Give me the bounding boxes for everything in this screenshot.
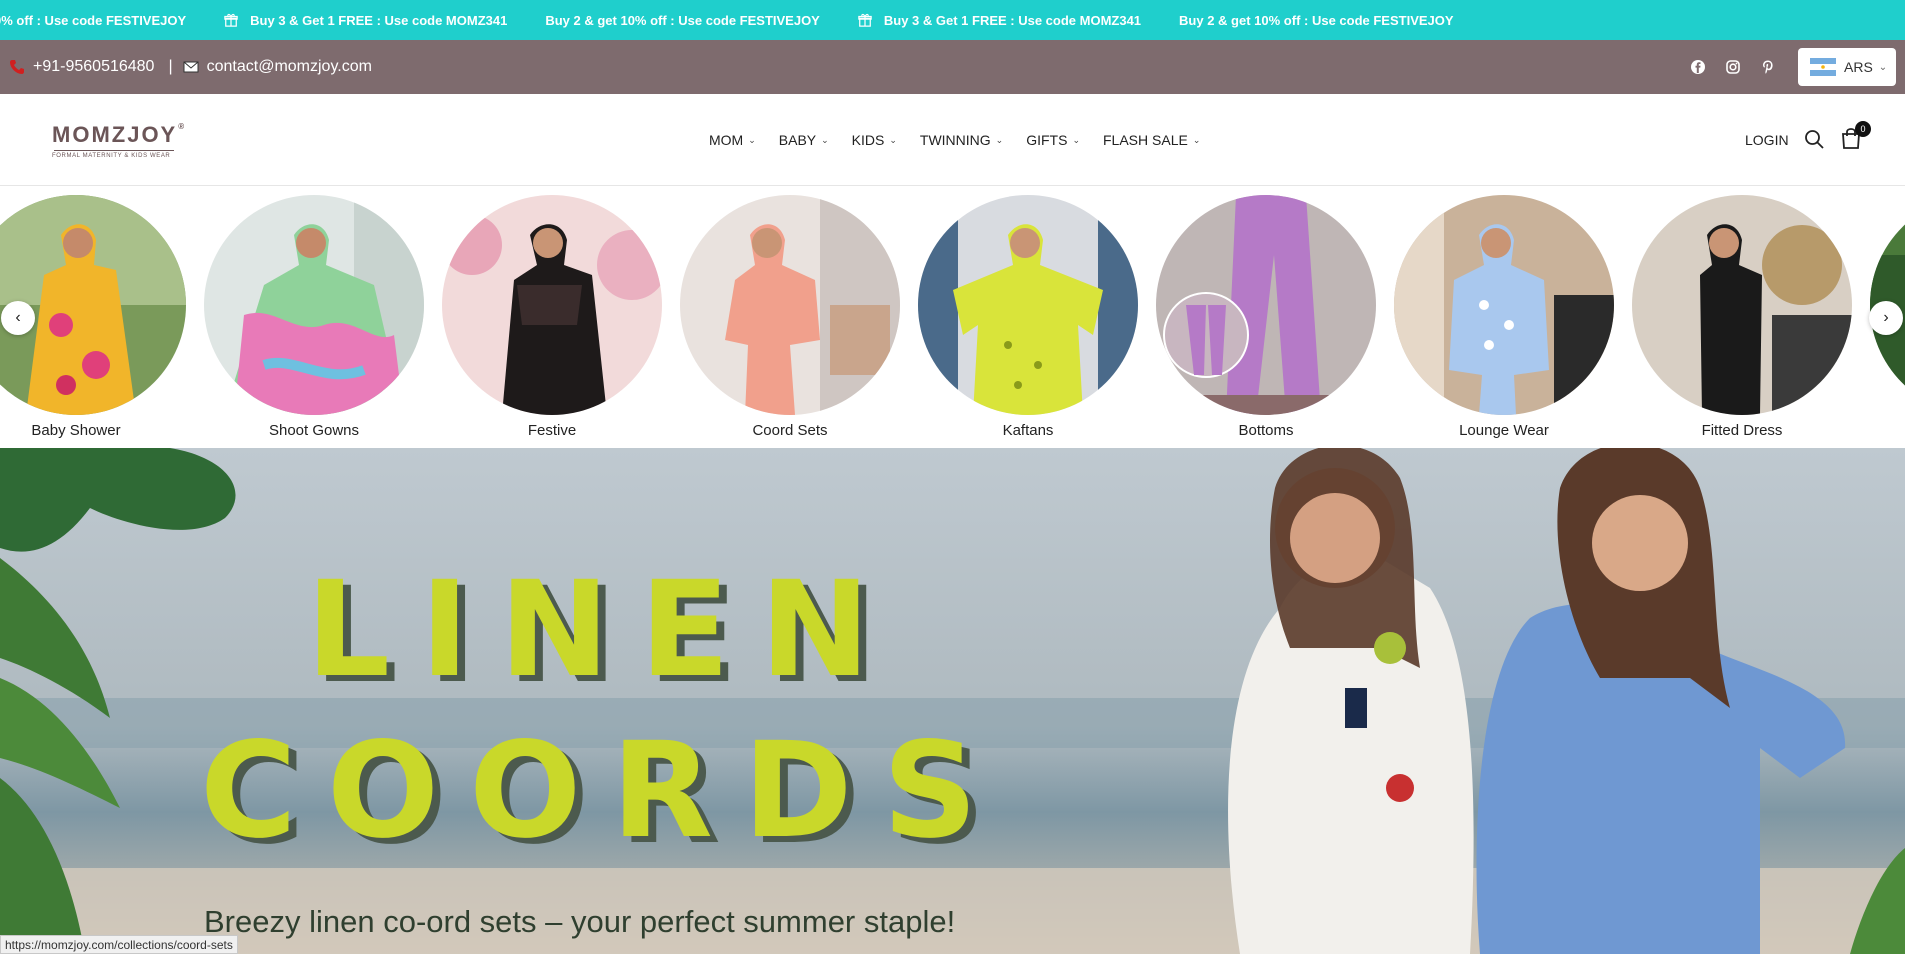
hero-title-line1: LINEN <box>306 553 901 707</box>
nav-item-baby[interactable]: BABY ⌄ <box>779 132 829 148</box>
category-image <box>442 195 662 415</box>
contact-separator: | <box>168 58 173 75</box>
contact-info: +91-9560516480 | contact@momzjoy.com <box>9 40 372 94</box>
pinterest-icon[interactable] <box>1760 59 1776 75</box>
category-label: Fitted Dress <box>1701 422 1783 439</box>
announcement-text: Buy 2 & get 10% off : Use code FESTIVEJO… <box>1179 12 1454 28</box>
chevron-down-icon: ⌄ <box>821 134 829 145</box>
category-item[interactable]: Lounge Wear <box>1394 195 1614 439</box>
category-image <box>1632 195 1852 415</box>
phone-number[interactable]: +91-9560516480 <box>33 58 154 76</box>
mail-icon <box>183 59 199 75</box>
site-header: MOMZJOY® FORMAL MATERNITY & KIDS WEAR MO… <box>0 94 1905 186</box>
currency-selector[interactable]: ARS ⌄ <box>1798 48 1896 86</box>
phone-icon <box>9 59 25 75</box>
chevron-down-icon: ⌄ <box>748 134 756 145</box>
chevron-down-icon: ⌄ <box>1878 61 1888 73</box>
announcement-bar: 0% off : Use code FESTIVEJOY Buy 3 & Get… <box>0 0 1905 40</box>
cart-count-badge: 0 <box>1855 121 1871 137</box>
announcement-text: Buy 3 & Get 1 FREE : Use code MOMZ341 <box>250 12 508 28</box>
chevron-down-icon: ⌄ <box>1192 134 1201 145</box>
hero-subtitle: Breezy linen co-ord sets – your perfect … <box>204 904 956 939</box>
category-label: Lounge Wear <box>1459 422 1549 439</box>
logo-tagline: FORMAL MATERNITY & KIDS WEAR <box>52 153 171 159</box>
chevron-down-icon: ⌄ <box>889 134 897 145</box>
category-label: Bottoms <box>1238 422 1294 439</box>
category-item[interactable]: Festive <box>442 195 662 439</box>
category-label: Baby Shower <box>31 422 121 439</box>
category-item[interactable]: Bottoms <box>1156 195 1376 439</box>
category-image <box>680 195 900 415</box>
category-carousel: Baby Shower Shoot Gowns Festive Coord Se… <box>0 187 1905 448</box>
carousel-next-button[interactable]: › <box>1869 301 1903 335</box>
facebook-icon[interactable] <box>1690 59 1706 75</box>
main-nav: MOM ⌄ BABY ⌄ KIDS ⌄ TWINNING ⌄ GIFTS ⌄ FLASH … <box>709 94 1223 186</box>
announcement-item[interactable]: Buy 3 & Get 1 FREE : Use code MOMZ341 <box>858 13 1141 28</box>
nav-item-gifts[interactable]: GIFTS ⌄ <box>1026 132 1080 148</box>
carousel-prev-button[interactable]: ‹ <box>1 301 35 335</box>
category-label: Festive <box>527 422 577 439</box>
announcement-text: Buy 2 & get 10% off : Use code FESTIVEJO… <box>545 12 820 28</box>
instagram-icon[interactable] <box>1725 59 1741 75</box>
category-label: Shoot Gowns <box>268 422 360 439</box>
announcement-item[interactable]: 0% off : Use code FESTIVEJOY <box>0 13 186 28</box>
nav-item-twinning[interactable]: TWINNING ⌄ <box>920 132 1003 148</box>
nav-item-flash-sale[interactable]: FLASH SALE ⌄ <box>1103 132 1200 148</box>
nav-item-mom[interactable]: MOM ⌄ <box>709 132 756 148</box>
nav-item-kids[interactable]: KIDS ⌄ <box>852 132 897 148</box>
announcement-item[interactable]: Buy 3 & Get 1 FREE : Use code MOMZ341 <box>224 13 507 28</box>
logo-wordmark: MOMZJOY® <box>52 122 187 147</box>
category-image <box>1156 195 1376 415</box>
category-label: Coord Sets <box>752 422 828 439</box>
category-item[interactable]: Coord Sets <box>680 195 900 439</box>
contact-bar: +91-9560516480 | contact@momzjoy.com ARS… <box>0 40 1905 94</box>
search-icon[interactable] <box>1803 128 1825 150</box>
currency-code: ARS <box>1844 59 1873 75</box>
announcement-text: Buy 3 & Get 1 FREE : Use code MOMZ341 <box>883 12 1142 28</box>
chevron-down-icon: ⌄ <box>995 134 1004 145</box>
category-label: Kaftans <box>1002 422 1054 439</box>
category-item[interactable]: Shoot Gowns <box>204 195 424 439</box>
announcement-item[interactable]: Buy 2 & get 10% off : Use code FESTIVEJO… <box>545 13 820 28</box>
category-image <box>1394 195 1614 415</box>
category-image <box>918 195 1138 415</box>
hero-background-image <box>0 448 1905 954</box>
category-image <box>204 195 424 415</box>
gift-icon <box>858 13 872 27</box>
social-links <box>1690 40 1795 94</box>
gift-icon <box>224 13 238 27</box>
category-item[interactable]: Kaftans <box>918 195 1138 439</box>
announcement-text: 0% off : Use code FESTIVEJOY <box>0 12 187 28</box>
logo-divider <box>54 150 174 151</box>
login-link[interactable]: LOGIN <box>1745 94 1789 186</box>
status-bar-url: https://momzjoy.com/collections/coord-se… <box>0 935 238 954</box>
logo[interactable]: MOMZJOY® FORMAL MATERNITY & KIDS WEAR <box>52 122 187 162</box>
hero-title-line2: COORDS <box>200 714 1008 868</box>
announcement-track: 0% off : Use code FESTIVEJOY Buy 3 & Get… <box>0 0 1492 40</box>
argentina-flag-icon <box>1810 58 1836 76</box>
email-link[interactable]: contact@momzjoy.com <box>207 58 372 76</box>
announcement-item[interactable]: Buy 2 & get 10% off : Use code FESTIVEJO… <box>1179 13 1454 28</box>
category-item[interactable]: Fitted Dress <box>1632 195 1852 439</box>
chevron-down-icon: ⌄ <box>1072 134 1080 145</box>
hero-banner[interactable]: LINEN COORDS Breezy linen co-ord sets – … <box>0 448 1905 954</box>
